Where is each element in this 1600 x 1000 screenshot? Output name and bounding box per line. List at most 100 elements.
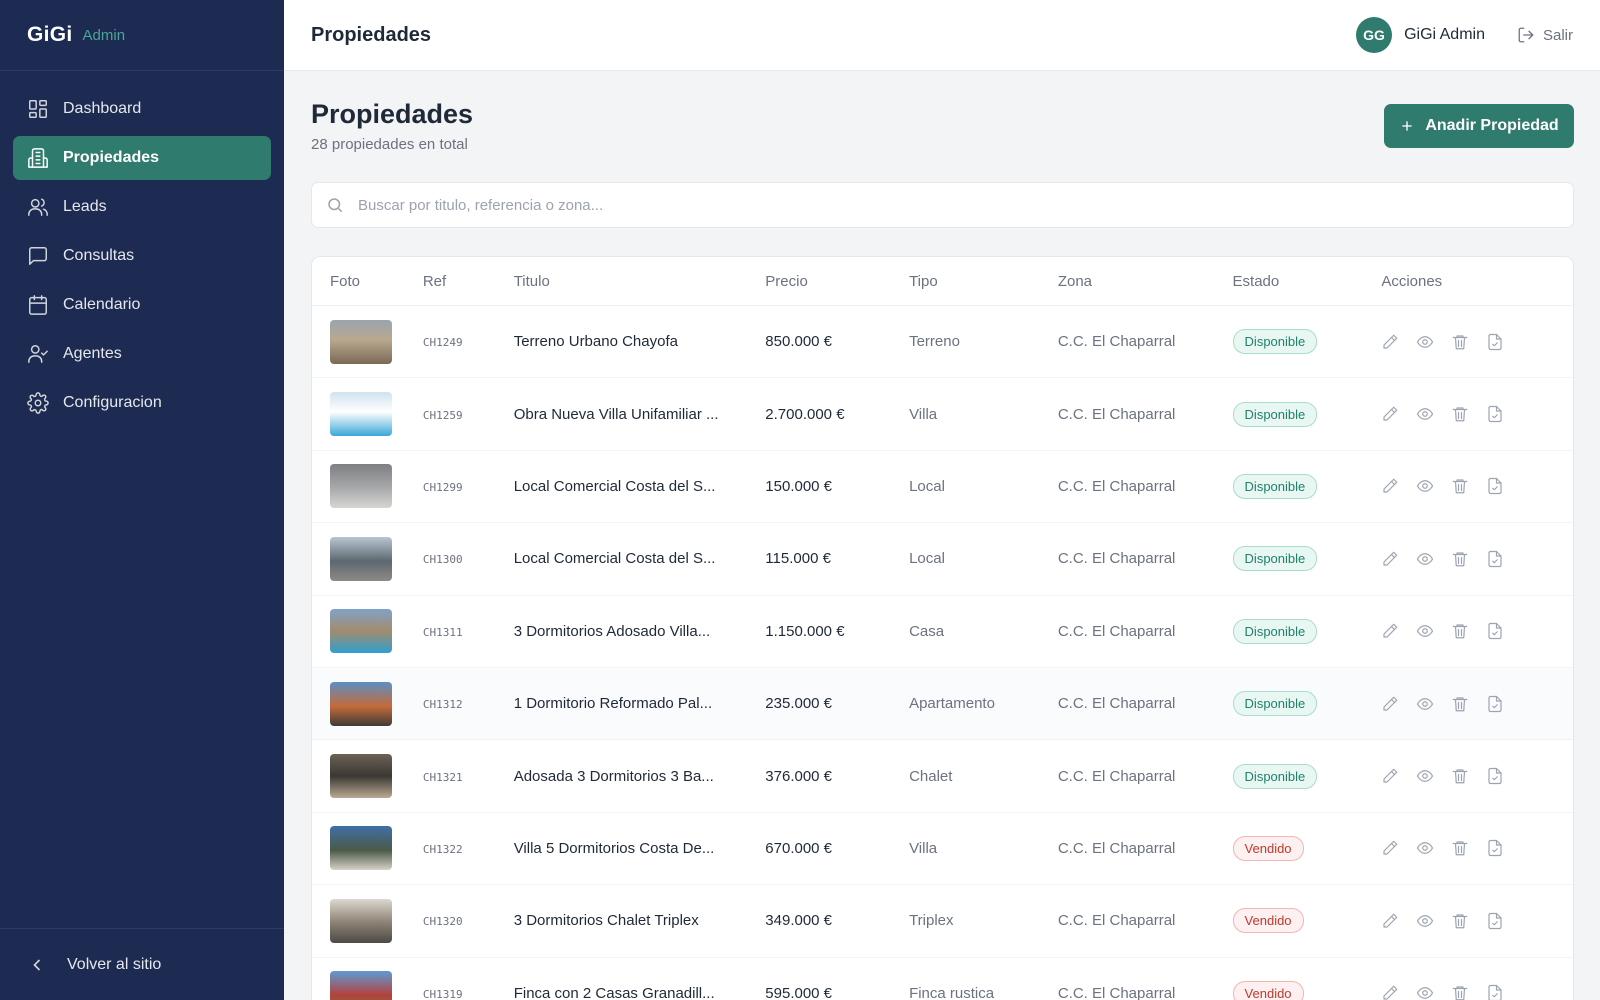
eye-icon[interactable] — [1416, 984, 1434, 1000]
sidebar-item-leads[interactable]: Leads — [13, 185, 271, 229]
table-row[interactable]: CH1299 Local Comercial Costa del S... 150.… — [312, 451, 1573, 524]
property-thumbnail[interactable] — [330, 681, 392, 726]
back-to-site-link[interactable]: Volver al sitio — [0, 928, 284, 1000]
property-thumbnail[interactable] — [330, 754, 392, 799]
property-thumbnail[interactable] — [330, 971, 392, 1000]
logout-label: Salir — [1542, 26, 1573, 44]
property-title: Local Comercial Costa del S... — [513, 550, 716, 568]
property-zone: C.C. El Chaparral — [1057, 622, 1176, 640]
edit-icon[interactable] — [1381, 767, 1399, 785]
eye-icon[interactable] — [1416, 839, 1434, 857]
edit-icon[interactable] — [1381, 550, 1399, 568]
eye-icon[interactable] — [1416, 333, 1434, 351]
edit-icon[interactable] — [1381, 333, 1399, 351]
file-check-icon[interactable] — [1486, 550, 1504, 568]
file-check-icon[interactable] — [1486, 477, 1504, 495]
edit-icon[interactable] — [1381, 622, 1399, 640]
ref-cell: CH1299 — [423, 478, 514, 495]
file-check-icon[interactable] — [1486, 912, 1504, 930]
property-thumbnail[interactable] — [330, 536, 392, 581]
sidebar-item-configuracion[interactable]: Configuracion — [13, 381, 271, 425]
trash-icon[interactable] — [1451, 839, 1469, 857]
eye-icon[interactable] — [1416, 912, 1434, 930]
table-row[interactable]: CH1311 3 Dormitorios Adosado Villa... 1.15… — [312, 596, 1573, 668]
file-check-icon[interactable] — [1486, 333, 1504, 351]
table-row[interactable]: CH1320 3 Dormitorios Chalet Triplex 349.00… — [312, 885, 1573, 958]
file-check-icon[interactable] — [1486, 984, 1504, 1000]
user-name: GiGi Admin — [1404, 26, 1485, 43]
property-ref: CH1311 — [422, 625, 463, 639]
sidebar-item-calendario[interactable]: Calendario — [13, 283, 271, 327]
eye-icon[interactable] — [1416, 405, 1434, 423]
brand-name: GiGi — [27, 23, 73, 46]
status-badge: Disponible — [1232, 401, 1318, 427]
column-header-foto: Foto — [330, 272, 361, 290]
table-row[interactable]: CH1322 Villa 5 Dormitorios Costa De... 670… — [312, 813, 1573, 886]
table-row[interactable]: CH1259 Obra Nueva Villa Unifamiliar ... 2.… — [312, 378, 1573, 451]
status-cell: Disponible — [1232, 401, 1376, 427]
eye-icon[interactable] — [1416, 695, 1434, 713]
eye-icon[interactable] — [1416, 622, 1434, 640]
sidebar-item-agentes[interactable]: Agentes — [13, 332, 271, 376]
property-title: Local Comercial Costa del S... — [513, 477, 716, 495]
trash-icon[interactable] — [1451, 622, 1469, 640]
property-title: 3 Dormitorios Adosado Villa... — [513, 622, 711, 640]
price-cell: 115.000 € — [765, 550, 909, 567]
file-check-icon[interactable] — [1486, 695, 1504, 713]
table-header: Foto Ref Titulo Precio Tipo Zona Estado … — [312, 257, 1573, 306]
eye-icon[interactable] — [1416, 767, 1434, 785]
sidebar-item-dashboard[interactable]: Dashboard — [13, 87, 271, 131]
search-input[interactable] — [358, 196, 1573, 214]
trash-icon[interactable] — [1451, 333, 1469, 351]
photo-cell — [312, 681, 423, 726]
logout-button[interactable]: Salir — [1517, 26, 1573, 44]
brand[interactable]: GiGi Admin — [0, 0, 284, 71]
actions-cell — [1375, 622, 1573, 640]
file-check-icon[interactable] — [1486, 767, 1504, 785]
calendar-icon — [27, 294, 49, 316]
type-cell: Triplex — [909, 912, 1058, 929]
trash-icon[interactable] — [1451, 550, 1469, 568]
avatar[interactable]: GG — [1356, 17, 1393, 53]
sidebar-item-consultas[interactable]: Consultas — [13, 234, 271, 278]
property-thumbnail[interactable] — [330, 898, 392, 943]
edit-icon[interactable] — [1381, 695, 1399, 713]
property-title: 1 Dormitorio Reformado Pal... — [513, 695, 713, 713]
table-row[interactable]: CH1300 Local Comercial Costa del S... 115.… — [312, 523, 1573, 596]
edit-icon[interactable] — [1381, 477, 1399, 495]
add-property-button[interactable]: Anadir Propiedad — [1384, 104, 1574, 148]
edit-icon[interactable] — [1381, 839, 1399, 857]
trash-icon[interactable] — [1451, 695, 1469, 713]
trash-icon[interactable] — [1451, 477, 1469, 495]
zone-cell: C.C. El Chaparral — [1058, 550, 1233, 567]
trash-icon[interactable] — [1451, 912, 1469, 930]
table-row[interactable]: CH1321 Adosada 3 Dormitorios 3 Ba... 376.0… — [312, 740, 1573, 813]
search-icon — [328, 198, 343, 213]
table-row[interactable]: CH1312 1 Dormitorio Reformado Pal... 235.0… — [312, 667, 1573, 741]
title-cell: Terreno Urbano Chayofa — [514, 333, 766, 350]
file-check-icon[interactable] — [1486, 622, 1504, 640]
file-check-icon[interactable] — [1486, 405, 1504, 423]
eye-icon[interactable] — [1416, 477, 1434, 495]
trash-icon[interactable] — [1451, 405, 1469, 423]
edit-icon[interactable] — [1381, 984, 1399, 1000]
trash-icon[interactable] — [1451, 767, 1469, 785]
trash-icon[interactable] — [1451, 984, 1469, 1000]
property-thumbnail[interactable] — [330, 392, 392, 437]
property-thumbnail[interactable] — [330, 319, 392, 364]
property-thumbnail[interactable] — [330, 609, 392, 654]
type-cell: Casa — [909, 623, 1058, 640]
table-row[interactable]: CH1319 Finca con 2 Casas Granadill... 595.… — [312, 958, 1573, 1000]
eye-icon[interactable] — [1416, 550, 1434, 568]
edit-icon[interactable] — [1381, 405, 1399, 423]
type-cell: Villa — [909, 406, 1058, 423]
file-check-icon[interactable] — [1486, 839, 1504, 857]
property-price: 376.000 € — [765, 767, 833, 785]
table-row[interactable]: CH1249 Terreno Urbano Chayofa 850.000 € Ter… — [312, 306, 1573, 379]
property-title: 3 Dormitorios Chalet Triplex — [513, 912, 699, 930]
edit-icon[interactable] — [1381, 912, 1399, 930]
sidebar-item-propiedades[interactable]: Propiedades — [13, 136, 271, 180]
title-cell: Local Comercial Costa del S... — [514, 550, 766, 567]
property-thumbnail[interactable] — [330, 826, 392, 871]
property-thumbnail[interactable] — [330, 464, 392, 509]
